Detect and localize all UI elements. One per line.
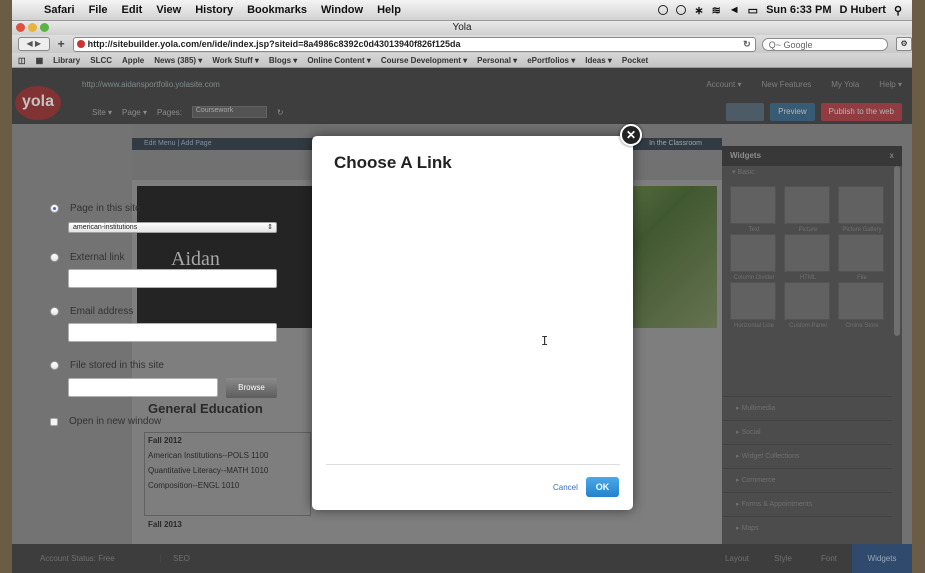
user-name[interactable]: D Hubert <box>839 4 885 16</box>
choose-link-dialog: Choose A Link <box>312 136 633 510</box>
close-window-icon[interactable] <box>16 23 25 32</box>
page-select-value: american-institutions <box>73 224 138 231</box>
window-title: Yola <box>452 22 472 33</box>
page-select[interactable]: american-institutions ⇕ <box>68 222 277 233</box>
clock[interactable]: Sun 6:33 PM <box>766 4 831 16</box>
option-email-address[interactable]: Email address <box>50 306 133 317</box>
volume-icon[interactable]: ◄ <box>729 4 740 16</box>
radio-page-in-site[interactable] <box>50 204 59 213</box>
bookmark-item[interactable]: Course Development ▾ <box>381 56 467 65</box>
dialog-title: Choose A Link <box>334 153 452 172</box>
bookmark-item[interactable]: Work Stuff ▾ <box>212 56 259 65</box>
settings-icon[interactable]: ⚙ <box>896 37 912 51</box>
status-area: ∗ ≋ ◄ ▭ Sun 6:33 PM D Hubert ⚲ <box>658 4 912 17</box>
add-bookmark-icon[interactable]: + <box>58 37 65 51</box>
option-file-in-site[interactable]: File stored in this site <box>50 360 164 371</box>
menu-history[interactable]: History <box>195 4 233 16</box>
dialog-divider <box>326 464 620 465</box>
bookmark-item[interactable]: Apple <box>122 56 144 65</box>
menu-view[interactable]: View <box>156 4 181 16</box>
radio-file-in-site[interactable] <box>50 361 59 370</box>
reading-list-icon[interactable]: ◫ <box>18 56 26 65</box>
menu-help[interactable]: Help <box>377 4 401 16</box>
menu-safari[interactable]: Safari <box>44 4 75 16</box>
window-titlebar: Yola <box>12 21 912 35</box>
radio-external-link[interactable] <box>50 253 59 262</box>
bookmark-item[interactable]: Pocket <box>622 56 648 65</box>
wifi-icon[interactable]: ≋ <box>712 4 721 17</box>
zoom-window-icon[interactable] <box>40 23 49 32</box>
bookmark-item[interactable]: Personal ▾ <box>477 56 517 65</box>
text-cursor-icon: I <box>541 334 549 348</box>
bookmark-item[interactable]: Library <box>53 56 80 65</box>
favicon-icon <box>76 40 85 48</box>
email-input[interactable] <box>68 323 277 342</box>
reload-icon[interactable]: ↻ <box>743 39 751 50</box>
mac-menubar: Safari File Edit View History Bookmarks … <box>12 0 912 21</box>
bookmark-item[interactable]: News (385) ▾ <box>154 56 202 65</box>
bookmark-item[interactable]: Ideas ▾ <box>585 56 612 65</box>
option-label: File stored in this site <box>70 360 164 371</box>
external-link-input[interactable] <box>68 269 277 288</box>
time-machine-icon[interactable] <box>676 5 687 15</box>
option-label: Open in new window <box>69 416 162 427</box>
checkbox-new-window[interactable] <box>50 417 58 426</box>
sync-status-icon[interactable] <box>658 5 669 15</box>
spotlight-icon[interactable]: ⚲ <box>894 4 902 17</box>
menu-bookmarks[interactable]: Bookmarks <box>247 4 307 16</box>
screen: Safari File Edit View History Bookmarks … <box>12 0 912 573</box>
select-arrows-icon: ⇕ <box>267 224 273 231</box>
bookmark-item[interactable]: Online Content ▾ <box>307 56 371 65</box>
minimize-window-icon[interactable] <box>28 23 37 32</box>
search-field[interactable]: Q~ Google <box>761 37 889 51</box>
menu-file[interactable]: File <box>89 4 108 16</box>
radio-email-address[interactable] <box>50 307 59 316</box>
option-label: External link <box>70 252 125 263</box>
option-label: Email address <box>70 306 134 317</box>
bookmark-item[interactable]: SLCC <box>90 56 112 65</box>
browser-toolbar: ◀ ▶ + http://sitebuilder.yola.com/en/ide… <box>12 35 912 53</box>
battery-icon[interactable]: ▭ <box>748 4 758 17</box>
address-url: http://sitebuilder.yola.com/en/ide/index… <box>87 39 461 49</box>
bluetooth-icon[interactable]: ∗ <box>694 4 703 17</box>
ok-button[interactable]: OK <box>586 477 619 497</box>
top-sites-icon[interactable]: ▦ <box>36 56 44 65</box>
bookmark-item[interactable]: ePortfolios ▾ <box>527 56 575 65</box>
bookmarks-bar: ◫ ▦ Library SLCC Apple News (385) ▾ Work… <box>12 53 912 68</box>
option-open-new-window[interactable]: Open in new window <box>50 416 161 427</box>
menu-edit[interactable]: Edit <box>122 4 143 16</box>
address-bar[interactable]: http://sitebuilder.yola.com/en/ide/index… <box>72 36 756 52</box>
back-forward-icon[interactable]: ◀ ▶ <box>18 37 50 51</box>
browse-button[interactable]: Browse <box>226 378 277 398</box>
bookmark-item[interactable]: Blogs ▾ <box>269 56 297 65</box>
file-input[interactable] <box>68 378 218 397</box>
dialog-close-icon[interactable]: ✕ <box>620 124 642 146</box>
option-external-link[interactable]: External link <box>50 252 124 263</box>
option-label: Page in this site <box>70 203 141 214</box>
menu-window[interactable]: Window <box>321 4 363 16</box>
option-page-in-site[interactable]: Page in this site <box>50 203 141 214</box>
cancel-button[interactable]: Cancel <box>553 483 578 492</box>
window-controls <box>16 23 49 32</box>
